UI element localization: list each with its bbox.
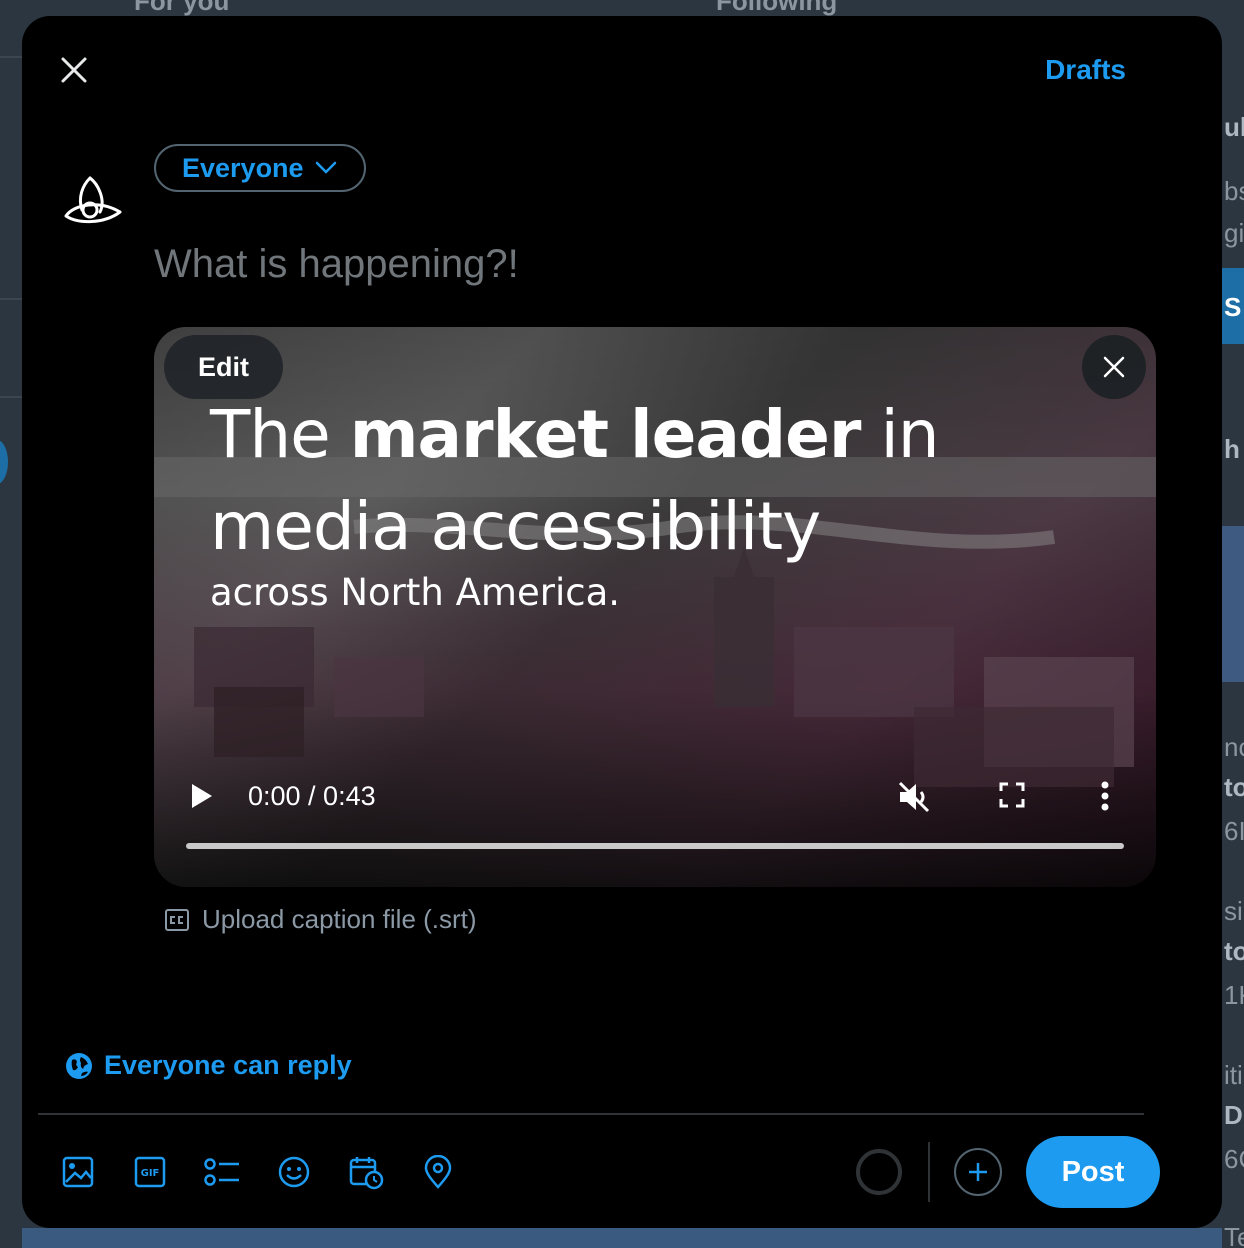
schedule-icon <box>349 1157 384 1190</box>
background-fragment: to <box>1224 936 1244 966</box>
avatar[interactable] <box>60 164 128 232</box>
background-fragment: si <box>1224 896 1243 926</box>
background-image <box>1222 526 1244 682</box>
background-sidebar: ul bs gi S h nc to 6I si to 1K iti D I 6… <box>1222 0 1244 1248</box>
upload-caption-button[interactable]: Upload caption file (.srt) <box>164 904 477 935</box>
upload-caption-label: Upload caption file (.srt) <box>202 904 477 934</box>
background-tab-for-you: For you <box>134 0 230 16</box>
background-card <box>22 1228 1222 1248</box>
toolbar-separator <box>928 1142 930 1202</box>
background-fragment: S <box>1224 292 1242 322</box>
gif-button[interactable]: GIF <box>122 1144 178 1200</box>
emoji-button[interactable] <box>266 1144 322 1200</box>
background-fragment: to <box>1224 772 1244 802</box>
background-fragment: 1K <box>1224 980 1244 1010</box>
video-headline: The market leader in media accessibility <box>210 389 940 573</box>
poll-button[interactable] <box>194 1144 250 1200</box>
background-fragment: nc <box>1224 732 1244 762</box>
reply-setting-button[interactable]: Everyone can reply <box>64 1050 352 1081</box>
more-options-icon[interactable] <box>1098 779 1112 813</box>
media-button[interactable] <box>50 1144 106 1200</box>
closed-caption-icon <box>165 908 189 931</box>
logo-icon <box>64 176 122 223</box>
poll-icon <box>204 1158 239 1186</box>
headline-bold-text: market leader <box>349 396 862 473</box>
background-fragment: 6I <box>1224 816 1244 846</box>
svg-text:GIF: GIF <box>141 1168 160 1179</box>
plus-icon <box>969 1163 987 1181</box>
background-fragment: iti <box>1224 1060 1243 1090</box>
background-fragment: bs <box>1224 176 1244 206</box>
background-fragment: ul <box>1224 112 1244 142</box>
gif-icon: GIF <box>134 1156 166 1188</box>
compose-toolbar: GIF <box>50 1144 482 1200</box>
headline-text: The <box>210 396 350 473</box>
close-icon <box>61 57 87 83</box>
add-post-button[interactable] <box>954 1148 1002 1196</box>
play-icon[interactable] <box>188 781 216 811</box>
audience-selector[interactable]: Everyone <box>154 144 366 192</box>
background-fragment: D I <box>1224 1100 1244 1130</box>
post-text-input[interactable]: What is happening?! <box>154 242 519 287</box>
emoji-icon <box>278 1156 310 1188</box>
background-fragment: Tec <box>1224 1222 1244 1248</box>
image-icon <box>62 1156 94 1188</box>
globe-icon <box>66 1052 92 1079</box>
post-button[interactable]: Post <box>1026 1136 1160 1208</box>
character-counter <box>856 1149 902 1195</box>
audience-label: Everyone <box>182 152 304 183</box>
fullscreen-icon[interactable] <box>998 781 1026 809</box>
video-attachment[interactable]: Edit The market leader in media accessib… <box>154 327 1156 887</box>
background-fragment: gi <box>1224 218 1244 248</box>
background-tab-following: Following <box>716 0 838 16</box>
video-subline: across North America. <box>210 571 620 614</box>
background-fragment: 6C <box>1224 1144 1244 1174</box>
schedule-button[interactable] <box>338 1144 394 1200</box>
background-fragment: h <box>1224 434 1240 464</box>
background-divider <box>0 396 22 398</box>
video-time-display: 0:00 / 0:43 <box>248 781 376 811</box>
compose-modal: Drafts Everyone What is happening?! Edit <box>22 16 1222 1228</box>
chevron-down-icon <box>315 161 336 174</box>
headline-text: in <box>860 396 939 473</box>
close-icon <box>1103 356 1125 378</box>
toolbar-divider <box>38 1113 1144 1115</box>
location-icon <box>424 1155 452 1189</box>
close-button[interactable] <box>50 46 98 94</box>
remove-media-button[interactable] <box>1082 335 1146 399</box>
video-controls: 0:00 / 0:43 <box>154 767 1156 827</box>
background-divider <box>0 298 22 300</box>
video-progress-bar[interactable] <box>186 843 1124 849</box>
location-button[interactable] <box>410 1144 466 1200</box>
reply-setting-label: Everyone can reply <box>104 1050 352 1080</box>
background-tabs: For you Following <box>0 0 1244 16</box>
muted-speaker-icon[interactable] <box>896 779 932 815</box>
background-avatar <box>0 440 8 484</box>
drafts-button[interactable]: Drafts <box>1045 54 1126 86</box>
headline-line-2: media accessibility <box>210 488 821 565</box>
background-divider <box>0 56 22 58</box>
